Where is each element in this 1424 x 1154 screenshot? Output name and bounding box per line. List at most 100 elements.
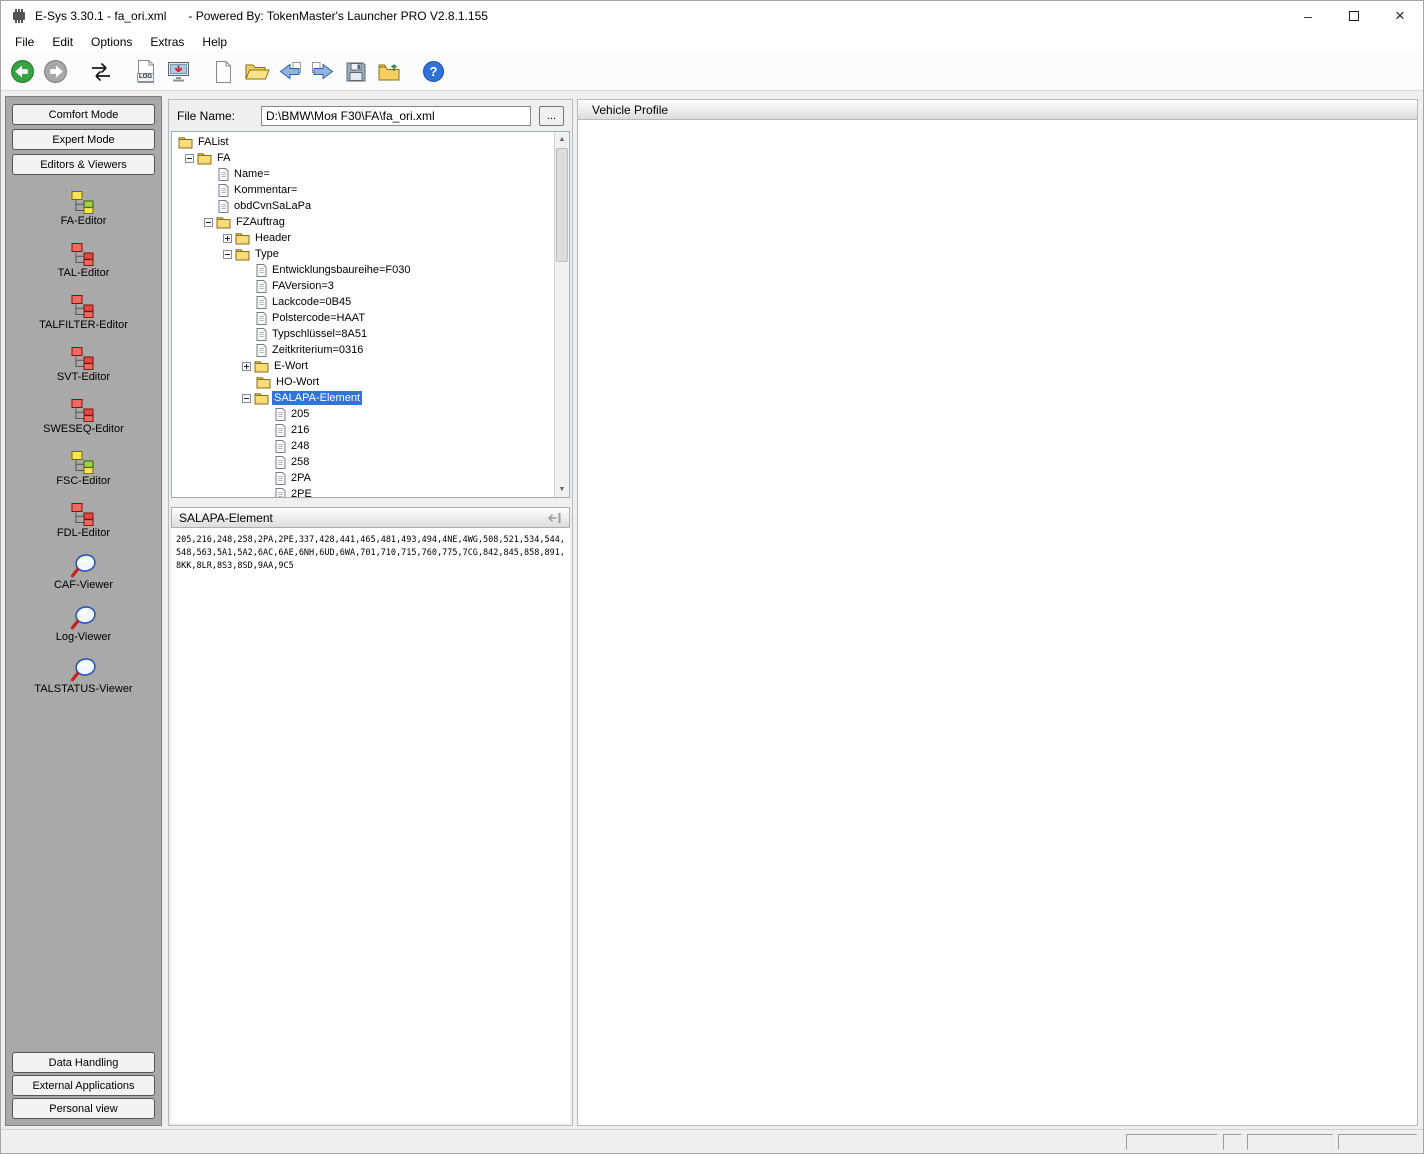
help-button[interactable]: ? (418, 56, 449, 87)
browse-button[interactable]: ... (539, 106, 564, 126)
tree-node-kommentar[interactable]: Kommentar= (172, 182, 554, 198)
tree-node-zeitkriterium-0316[interactable]: Zeitkriterium=0316 (172, 342, 554, 358)
tree-node-ho-wort[interactable]: HO-Wort (172, 374, 554, 390)
tree-node-fa[interactable]: FA (172, 150, 554, 166)
personal-view-button[interactable]: Personal view (12, 1098, 155, 1119)
sidebar-tool-log-viewer[interactable]: Log-Viewer (56, 603, 111, 643)
tree-node-label: 2PE (291, 488, 312, 497)
sidebar-tool-label: TAL-Editor (57, 267, 110, 279)
tree-node-name[interactable]: Name= (172, 166, 554, 182)
minimize-button[interactable]: – (1285, 1, 1331, 31)
tree-node-type[interactable]: Type (172, 246, 554, 262)
tree-node-lackcode-0b45[interactable]: Lackcode=0B45 (172, 294, 554, 310)
tree-node-obdcvnsalapa[interactable]: obdCvnSaLaPa (172, 198, 554, 214)
scroll-up-button[interactable]: ▲ (555, 132, 569, 147)
tree-node-label: Polstercode=HAAT (272, 312, 366, 324)
tree-node-216[interactable]: 216 (172, 422, 554, 438)
scroll-down-button[interactable]: ▼ (555, 482, 569, 497)
log-button[interactable]: LOG (130, 56, 161, 87)
collapse-icon[interactable] (241, 393, 252, 403)
tree-node-faversion-3[interactable]: FAVersion=3 (172, 278, 554, 294)
editors-viewers-button[interactable]: Editors & Viewers (12, 154, 155, 175)
connect-button[interactable] (85, 56, 116, 87)
sidebar-tool-fdl-editor[interactable]: FDL-Editor (57, 499, 110, 539)
tree-node-label: SALAPA-Element (272, 391, 363, 405)
open-file-button[interactable] (241, 56, 272, 87)
menu-file[interactable]: File (6, 33, 43, 51)
tree-node-salapa-element[interactable]: SALAPA-Element (172, 390, 554, 406)
dock-panel-icon[interactable] (548, 512, 562, 524)
expand-icon[interactable] (222, 233, 233, 243)
menu-help[interactable]: Help (193, 33, 236, 51)
menu-edit[interactable]: Edit (43, 33, 82, 51)
sidebar-tool-talfilter-editor[interactable]: TALFILTER-Editor (39, 291, 128, 331)
tree-scrollbar[interactable]: ▲ ▼ (554, 132, 569, 497)
save-button[interactable] (340, 56, 371, 87)
doc-icon (256, 327, 267, 341)
tree-node-label: 258 (291, 456, 310, 468)
tree-red-icon (70, 291, 97, 318)
external-applications-button[interactable]: External Applications (12, 1075, 155, 1096)
salapa-content[interactable]: 205,216,248,258,2PA,2PE,337,428,441,465,… (171, 528, 570, 1123)
collapse-icon[interactable] (184, 153, 195, 163)
close-file-button[interactable] (373, 56, 404, 87)
window-subtitle: - Powered By: TokenMaster's Launcher PRO… (188, 9, 488, 23)
comfort-mode-button[interactable]: Comfort Mode (12, 104, 155, 125)
svg-text:?: ? (430, 64, 438, 79)
export-button[interactable] (307, 56, 338, 87)
sidebar-tool-caf-viewer[interactable]: CAF-Viewer (54, 551, 113, 591)
close-icon: × (1395, 6, 1405, 25)
doc-icon (275, 423, 286, 437)
import-button[interactable] (274, 56, 305, 87)
sidebar: Comfort Mode Expert Mode Editors & Viewe… (5, 96, 162, 1126)
sidebar-tool-sweseq-editor[interactable]: SWESEQ-Editor (43, 395, 124, 435)
tree-node-typschl-ssel-8a51[interactable]: Typschlüssel=8A51 (172, 326, 554, 342)
maximize-button[interactable] (1331, 1, 1377, 31)
sidebar-tool-talstatus-viewer[interactable]: TALSTATUS-Viewer (34, 655, 133, 695)
tree-node-2pe[interactable]: 2PE (172, 486, 554, 497)
data-handling-button[interactable]: Data Handling (12, 1052, 155, 1073)
tree-node-205[interactable]: 205 (172, 406, 554, 422)
sidebar-tool-tal-editor[interactable]: TAL-Editor (57, 239, 110, 279)
folder-icon (256, 376, 271, 389)
folder-icon (178, 136, 193, 149)
sidebar-tool-fa-editor[interactable]: FA-Editor (61, 187, 106, 227)
sidebar-tools: FA-Editor TAL-Editor TALFILTER-Editor SVT-E… (11, 187, 156, 1050)
close-button[interactable]: × (1377, 1, 1423, 31)
tree-node-e-wort[interactable]: E-Wort (172, 358, 554, 374)
menu-extras[interactable]: Extras (141, 33, 193, 51)
tree-node-label: 205 (291, 408, 310, 420)
tree-node-258[interactable]: 258 (172, 454, 554, 470)
collapse-icon[interactable] (222, 249, 233, 259)
tree-node-falist[interactable]: FAList (172, 134, 554, 150)
back-icon (11, 60, 34, 83)
scrollbar-thumb[interactable] (556, 148, 568, 262)
tree-node-fzauftrag[interactable]: FZAuftrag (172, 214, 554, 230)
salapa-panel-title: SALAPA-Element (179, 510, 273, 525)
sidebar-tool-svt-editor[interactable]: SVT-Editor (57, 343, 110, 383)
back-button[interactable] (7, 56, 38, 87)
expand-icon[interactable] (241, 361, 252, 371)
tree-node-248[interactable]: 248 (172, 438, 554, 454)
doc-icon (218, 183, 229, 197)
expert-mode-button[interactable]: Expert Mode (12, 129, 155, 150)
scrollbar-track[interactable] (555, 147, 569, 482)
folder-icon (216, 216, 231, 229)
menu-options[interactable]: Options (82, 33, 141, 51)
collapse-icon[interactable] (203, 217, 214, 227)
tree-node-header[interactable]: Header (172, 230, 554, 246)
tree-node-entwicklungsbaureihe-f030[interactable]: Entwicklungsbaureihe=F030 (172, 262, 554, 278)
file-name-input[interactable] (261, 106, 531, 126)
tree-node-label: Kommentar= (234, 184, 298, 196)
read-vehicle-button[interactable] (163, 56, 194, 87)
doc-icon (275, 439, 286, 453)
tree-node-polstercode-haat[interactable]: Polstercode=HAAT (172, 310, 554, 326)
status-cell-1 (1126, 1134, 1218, 1150)
tree-node-2pa[interactable]: 2PA (172, 470, 554, 486)
new-file-button[interactable] (208, 56, 239, 87)
sidebar-tool-fsc-editor[interactable]: FSC-Editor (56, 447, 111, 487)
forward-button[interactable] (40, 56, 71, 87)
